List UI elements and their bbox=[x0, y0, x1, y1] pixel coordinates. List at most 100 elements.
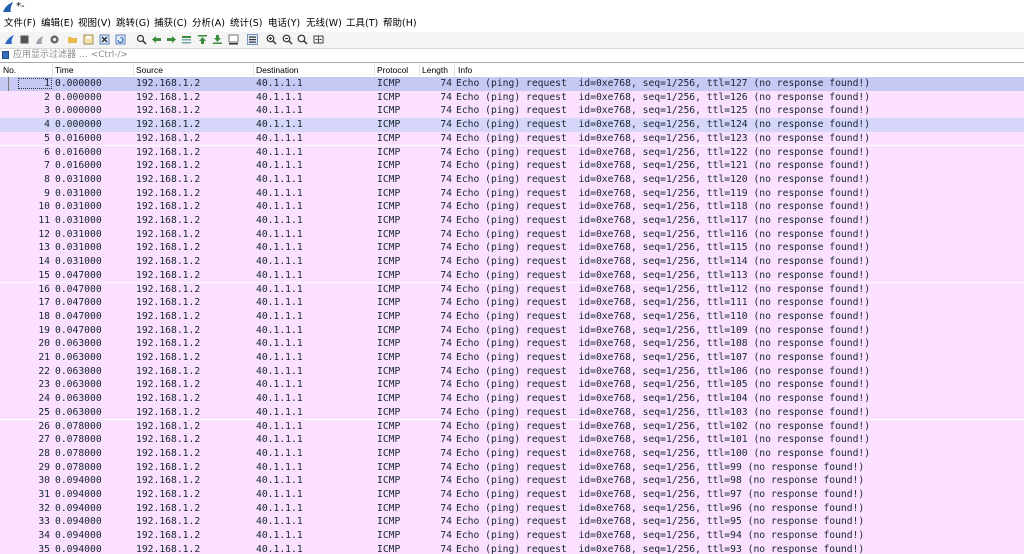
packet-source: 192.168.1.2 bbox=[136, 420, 201, 432]
packet-row[interactable]: 9 0.031000 192.168.1.2 40.1.1.1 ICMP 74 Echo (… bbox=[0, 186, 1024, 201]
menu-wireless[interactable]: 无线(W) bbox=[306, 18, 342, 30]
column-header-protocol[interactable]: Protocol bbox=[377, 65, 408, 75]
column-separator[interactable] bbox=[454, 64, 455, 76]
go-to-packet-icon[interactable] bbox=[181, 34, 192, 45]
packet-row[interactable]: 15 0.047000 192.168.1.2 40.1.1.1 ICMP 74 Echo … bbox=[0, 268, 1024, 283]
column-header-time[interactable]: Time bbox=[55, 65, 74, 75]
normal-size-icon[interactable] bbox=[297, 34, 308, 45]
column-separator[interactable] bbox=[52, 64, 53, 76]
packet-row[interactable]: 25 0.063000 192.168.1.2 40.1.1.1 ICMP 74 Echo … bbox=[0, 405, 1024, 420]
packet-row[interactable]: 23 0.063000 192.168.1.2 40.1.1.1 ICMP 74 Echo … bbox=[0, 378, 1024, 393]
colorize-icon[interactable] bbox=[247, 34, 258, 45]
packet-row[interactable]: 17 0.047000 192.168.1.2 40.1.1.1 ICMP 74 Echo … bbox=[0, 296, 1024, 310]
packet-source: 192.168.1.2 bbox=[136, 297, 201, 309]
packet-protocol: ICMP bbox=[377, 461, 401, 473]
packet-row[interactable]: 22 0.063000 192.168.1.2 40.1.1.1 ICMP 74 Echo … bbox=[0, 364, 1024, 379]
packet-row[interactable]: 1 0.000000 192.168.1.2 40.1.1.1 ICMP 74 Echo (… bbox=[0, 77, 1024, 91]
go-back-icon[interactable] bbox=[151, 34, 162, 45]
stop-icon[interactable] bbox=[19, 34, 30, 45]
packet-row[interactable]: 3 0.000000 192.168.1.2 40.1.1.1 ICMP 74 Echo (… bbox=[0, 104, 1024, 119]
packet-destination: 40.1.1.1 bbox=[256, 242, 303, 254]
menu-analyze[interactable]: 分析(A) bbox=[192, 18, 225, 30]
restart-icon[interactable] bbox=[34, 34, 45, 45]
packet-row[interactable]: 18 0.047000 192.168.1.2 40.1.1.1 ICMP 74 Echo … bbox=[0, 309, 1024, 324]
resize-columns-icon[interactable] bbox=[313, 34, 324, 45]
column-header-info[interactable]: Info bbox=[458, 65, 472, 75]
packet-row[interactable]: 14 0.031000 192.168.1.2 40.1.1.1 ICMP 74 Echo … bbox=[0, 255, 1024, 269]
display-filter-input[interactable]: 应用显示过滤器 … <Ctrl-/> bbox=[13, 49, 1021, 62]
packet-info: Echo (ping) request id=0xe768, seq=1/256… bbox=[456, 434, 871, 446]
menu-tools[interactable]: 工具(T) bbox=[346, 18, 378, 30]
menu-help[interactable]: 帮助(H) bbox=[383, 18, 417, 30]
close-file-icon[interactable] bbox=[99, 34, 110, 45]
packet-row[interactable]: 12 0.031000 192.168.1.2 40.1.1.1 ICMP 74 Echo … bbox=[0, 227, 1024, 242]
column-separator[interactable] bbox=[133, 64, 134, 76]
menu-statistics[interactable]: 统计(S) bbox=[230, 18, 262, 30]
packet-row[interactable]: 5 0.016000 192.168.1.2 40.1.1.1 ICMP 74 Echo (… bbox=[0, 131, 1024, 146]
column-header-destination[interactable]: Destination bbox=[256, 65, 299, 75]
packet-source: 192.168.1.2 bbox=[136, 269, 201, 281]
packet-row[interactable]: 24 0.063000 192.168.1.2 40.1.1.1 ICMP 74 Echo … bbox=[0, 392, 1024, 406]
first-packet-icon[interactable] bbox=[197, 34, 208, 45]
packet-row[interactable]: 34 0.094000 192.168.1.2 40.1.1.1 ICMP 74 Echo … bbox=[0, 529, 1024, 543]
menu-telephony[interactable]: 电话(Y) bbox=[268, 18, 300, 30]
packet-row[interactable]: 26 0.078000 192.168.1.2 40.1.1.1 ICMP 74 Echo … bbox=[0, 419, 1024, 434]
open-folder-icon[interactable] bbox=[67, 34, 78, 45]
packet-time: 0.078000 bbox=[55, 461, 102, 473]
packet-row[interactable]: 6 0.016000 192.168.1.2 40.1.1.1 ICMP 74 Echo (… bbox=[0, 145, 1024, 160]
packet-row[interactable]: 4 0.000000 192.168.1.2 40.1.1.1 ICMP 74 Echo (… bbox=[0, 118, 1024, 132]
packet-row[interactable]: 10 0.031000 192.168.1.2 40.1.1.1 ICMP 74 Echo … bbox=[0, 200, 1024, 214]
menu-file[interactable]: 文件(F) bbox=[4, 18, 36, 30]
packet-row[interactable]: 33 0.094000 192.168.1.2 40.1.1.1 ICMP 74 Echo … bbox=[0, 515, 1024, 530]
packet-row[interactable]: 31 0.094000 192.168.1.2 40.1.1.1 ICMP 74 Echo … bbox=[0, 488, 1024, 502]
packet-row[interactable]: 21 0.063000 192.168.1.2 40.1.1.1 ICMP 74 Echo … bbox=[0, 351, 1024, 365]
packet-row[interactable]: 35 0.094000 192.168.1.2 40.1.1.1 ICMP 74 Echo … bbox=[0, 542, 1024, 554]
menu-edit[interactable]: 编辑(E) bbox=[41, 18, 73, 30]
column-separator[interactable] bbox=[374, 64, 375, 76]
packet-destination: 40.1.1.1 bbox=[256, 119, 303, 131]
column-header-no[interactable]: No. bbox=[3, 65, 16, 75]
find-icon[interactable] bbox=[136, 34, 147, 45]
packet-destination: 40.1.1.1 bbox=[256, 365, 303, 377]
packet-row[interactable]: 27 0.078000 192.168.1.2 40.1.1.1 ICMP 74 Echo … bbox=[0, 433, 1024, 447]
packet-info: Echo (ping) request id=0xe768, seq=1/256… bbox=[456, 365, 871, 377]
reload-icon[interactable] bbox=[115, 34, 126, 45]
shark-fin-start-icon[interactable] bbox=[4, 34, 15, 45]
packet-row[interactable]: 20 0.063000 192.168.1.2 40.1.1.1 ICMP 74 Echo … bbox=[0, 337, 1024, 351]
column-header-source[interactable]: Source bbox=[136, 65, 163, 75]
options-gear-icon[interactable] bbox=[49, 34, 60, 45]
packet-length: 74 bbox=[440, 105, 452, 117]
packet-list[interactable]: 1 0.000000 192.168.1.2 40.1.1.1 ICMP 74 Echo (… bbox=[0, 77, 1024, 554]
menu-capture[interactable]: 捕获(C) bbox=[154, 18, 187, 30]
packet-protocol: ICMP bbox=[377, 242, 401, 254]
packet-row[interactable]: 28 0.078000 192.168.1.2 40.1.1.1 ICMP 74 Echo … bbox=[0, 446, 1024, 461]
packet-info: Echo (ping) request id=0xe768, seq=1/256… bbox=[456, 78, 871, 89]
menu-view[interactable]: 视图(V) bbox=[78, 18, 111, 30]
go-forward-icon[interactable] bbox=[166, 34, 177, 45]
packet-row[interactable]: 29 0.078000 192.168.1.2 40.1.1.1 ICMP 74 Echo … bbox=[0, 460, 1024, 475]
column-separator[interactable] bbox=[253, 64, 254, 76]
packet-row[interactable]: 11 0.031000 192.168.1.2 40.1.1.1 ICMP 74 Echo … bbox=[0, 214, 1024, 228]
packet-number: 2 bbox=[44, 91, 50, 103]
menu-go[interactable]: 跳转(G) bbox=[116, 18, 150, 30]
packet-row[interactable]: 2 0.000000 192.168.1.2 40.1.1.1 ICMP 74 Echo (… bbox=[0, 90, 1024, 105]
save-icon[interactable] bbox=[83, 34, 94, 45]
packet-row[interactable]: 8 0.031000 192.168.1.2 40.1.1.1 ICMP 74 Echo (… bbox=[0, 172, 1024, 187]
packet-protocol: ICMP bbox=[377, 297, 401, 309]
packet-source: 192.168.1.2 bbox=[136, 228, 201, 240]
column-separator[interactable] bbox=[419, 64, 420, 76]
packet-row[interactable]: 32 0.094000 192.168.1.2 40.1.1.1 ICMP 74 Echo … bbox=[0, 501, 1024, 516]
column-header-length[interactable]: Length bbox=[422, 65, 448, 75]
zoom-out-icon[interactable] bbox=[282, 34, 293, 45]
autoscroll-icon[interactable] bbox=[228, 34, 239, 45]
packet-row[interactable]: 7 0.016000 192.168.1.2 40.1.1.1 ICMP 74 Echo (… bbox=[0, 159, 1024, 173]
zoom-in-icon[interactable] bbox=[266, 34, 277, 45]
packet-row[interactable]: 19 0.047000 192.168.1.2 40.1.1.1 ICMP 74 Echo … bbox=[0, 323, 1024, 338]
packet-info: Echo (ping) request id=0xe768, seq=1/256… bbox=[456, 160, 871, 172]
packet-row[interactable]: 16 0.047000 192.168.1.2 40.1.1.1 ICMP 74 Echo … bbox=[0, 282, 1024, 297]
last-packet-icon[interactable] bbox=[212, 34, 223, 45]
filter-bookmark-icon[interactable] bbox=[2, 51, 9, 59]
packet-row[interactable]: 13 0.031000 192.168.1.2 40.1.1.1 ICMP 74 Echo … bbox=[0, 241, 1024, 256]
packet-time: 0.094000 bbox=[55, 516, 102, 528]
packet-row[interactable]: 30 0.094000 192.168.1.2 40.1.1.1 ICMP 74 Echo … bbox=[0, 474, 1024, 488]
